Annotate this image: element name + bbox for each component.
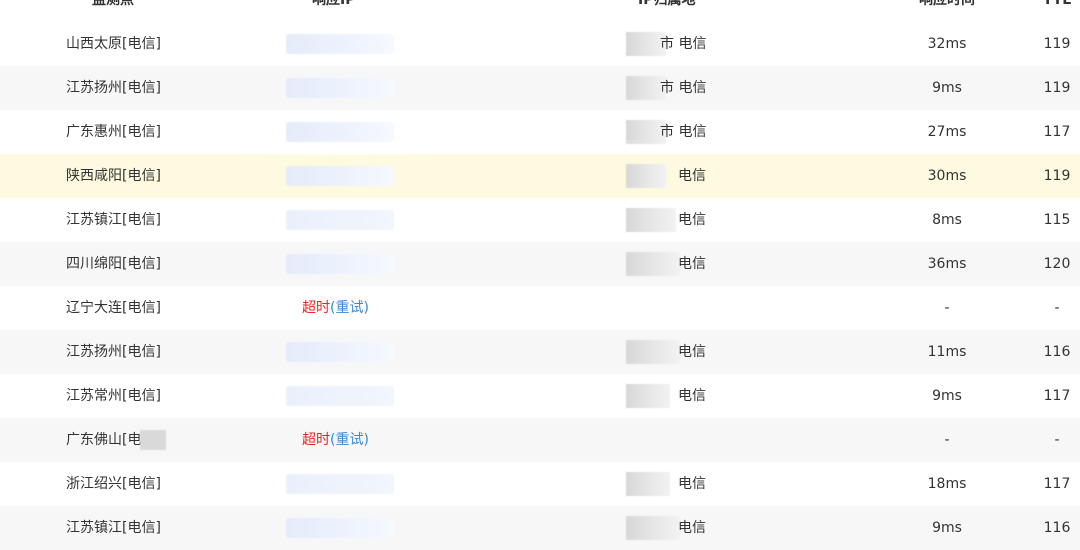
table-row: 陕西咸阳[电信] 电信 30ms 119 (0, 154, 1080, 198)
response-time: 8ms (932, 212, 962, 228)
table-header: 监测点 响应IP IP归属地 响应时间 TTL (0, 0, 1080, 22)
ttl-value: 117 (1043, 124, 1071, 140)
redacted-ip (286, 210, 394, 230)
redacted-geo (626, 340, 680, 364)
response-time: 32ms (927, 36, 967, 52)
table-row: 辽宁大连[电信] 超时(重试) - - (0, 286, 1080, 330)
node-name: 浙江绍兴[电信] (66, 476, 161, 492)
node-name: 广东惠州[电信] (66, 124, 161, 140)
table-row: 江苏扬州[电信] 市 电信 9ms 119 (0, 66, 1080, 110)
header-ttl: TTL (1042, 0, 1072, 8)
ttl-value: 117 (1043, 388, 1071, 404)
ip-location: 市 电信 (660, 36, 707, 52)
ttl-value: 115 (1043, 212, 1071, 228)
node-name: 四川绵阳[电信] (66, 256, 161, 272)
retry-link[interactable]: (重试) (330, 432, 369, 448)
table-row: 江苏扬州[电信] 电信 11ms 116 (0, 330, 1080, 374)
node-name: 江苏镇江[电信] (66, 520, 161, 536)
response-time: 27ms (927, 124, 967, 140)
redacted-ip (286, 254, 394, 274)
ttl-value: 116 (1043, 344, 1071, 360)
redacted-ip (286, 386, 394, 406)
ip-location: 电信 (678, 344, 706, 360)
ip-location: 市 电信 (660, 124, 707, 140)
ip-location: 市 电信 (660, 80, 707, 96)
header-node: 监测点 (92, 0, 134, 8)
ping-results-table: 监测点 响应IP IP归属地 响应时间 TTL 山西太原[电信] 市 电信 32… (0, 0, 1080, 550)
ttl-value: 117 (1043, 476, 1071, 492)
node-name: 江苏常州[电信] (66, 388, 161, 404)
response-time: 30ms (927, 168, 967, 184)
redacted-ip (286, 474, 394, 494)
timeout-label: 超时 (302, 432, 330, 448)
ttl-value: 119 (1043, 80, 1071, 96)
node-name: 江苏扬州[电信] (66, 80, 161, 96)
table-row: 江苏常州[电信] 电信 9ms 117 (0, 374, 1080, 418)
response-time: 9ms (932, 388, 962, 404)
node-name: 陕西咸阳[电信] (66, 168, 161, 184)
table-row: 广东佛山[电 超时(重试) - - (0, 418, 1080, 462)
redacted-node (140, 430, 166, 450)
node-name: 江苏镇江[电信] (66, 212, 161, 228)
table-row: 广东惠州[电信] 市 电信 27ms 117 (0, 110, 1080, 154)
ttl-value: 116 (1043, 520, 1071, 536)
retry-link[interactable]: (重试) (330, 300, 369, 316)
table-row: 浙江绍兴[电信] 电信 18ms 117 (0, 462, 1080, 506)
ttl-value: 119 (1043, 36, 1071, 52)
redacted-geo (626, 472, 670, 496)
ip-location: 电信 (678, 476, 706, 492)
redacted-geo (626, 208, 676, 232)
response-time: - (944, 300, 950, 316)
node-name: 江苏扬州[电信] (66, 344, 161, 360)
header-time: 响应时间 (919, 0, 975, 8)
redacted-geo (626, 516, 680, 540)
response-time: 36ms (927, 256, 967, 272)
redacted-ip (286, 518, 394, 538)
ip-location: 电信 (678, 212, 706, 228)
table-row: 江苏镇江[电信] 电信 8ms 115 (0, 198, 1080, 242)
redacted-geo (626, 252, 680, 276)
ttl-value: - (1054, 300, 1060, 316)
ttl-value: 120 (1043, 256, 1071, 272)
redacted-ip (286, 34, 394, 54)
response-time: 11ms (927, 344, 967, 360)
ip-location: 电信 (678, 256, 706, 272)
ip-location: 电信 (678, 520, 706, 536)
response-time: 18ms (927, 476, 967, 492)
header-geo: IP归属地 (638, 0, 696, 8)
table-row: 山西太原[电信] 市 电信 32ms 119 (0, 22, 1080, 66)
redacted-ip (286, 122, 394, 142)
ttl-value: 119 (1043, 168, 1071, 184)
table-row: 四川绵阳[电信] 电信 36ms 120 (0, 242, 1080, 286)
redacted-ip (286, 342, 394, 362)
response-time: 9ms (932, 80, 962, 96)
node-name: 辽宁大连[电信] (66, 300, 161, 316)
node-name: 山西太原[电信] (66, 36, 161, 52)
header-ip: 响应IP (312, 0, 356, 8)
ip-location: 电信 (678, 388, 706, 404)
table-row: 江苏镇江[电信] 电信 9ms 116 (0, 506, 1080, 550)
timeout-status: 超时(重试) (302, 418, 369, 462)
node-name: 广东佛山[电 (66, 432, 142, 448)
redacted-geo (626, 384, 670, 408)
redacted-ip (286, 166, 394, 186)
timeout-status: 超时(重试) (302, 286, 369, 330)
redacted-ip (286, 78, 394, 98)
ip-location: 电信 (678, 168, 706, 184)
ttl-value: - (1054, 432, 1060, 448)
redacted-geo (626, 164, 666, 188)
response-time: - (944, 432, 950, 448)
timeout-label: 超时 (302, 300, 330, 316)
response-time: 9ms (932, 520, 962, 536)
